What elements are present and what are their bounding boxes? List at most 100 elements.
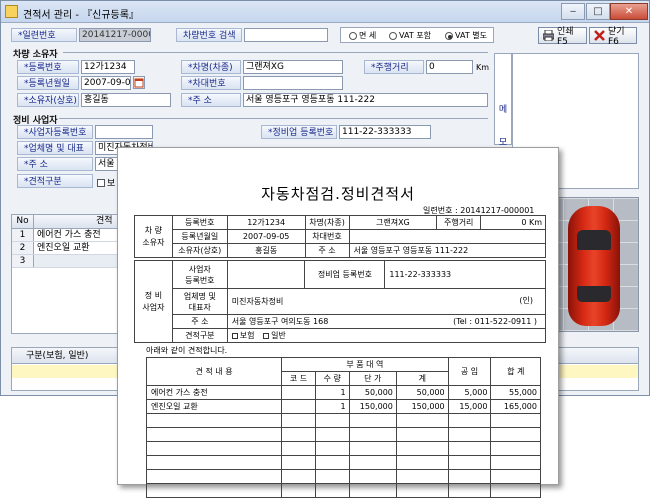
- maximize-button[interactable]: □: [586, 3, 610, 20]
- reg-date-input[interactable]: 2007-09-05: [81, 76, 131, 90]
- shopno-input[interactable]: 111-22-333333: [339, 125, 431, 139]
- bizno-label: *사업자등록번호: [17, 125, 93, 139]
- doc-type-general: 일반: [271, 331, 286, 340]
- table-row: 에어컨 가스 충전 1 50,000 50,000 5,000 55,000: [145, 385, 541, 400]
- estimate-no-field: 20141217-000001: [79, 28, 151, 42]
- doc-type-insurance: 보험: [239, 331, 255, 340]
- line-unit: 50,000: [348, 385, 397, 400]
- line-qty: 1: [314, 399, 350, 414]
- shop-group-label: 정 비 사업자: [134, 260, 173, 343]
- table-row: 엔진오일 교환 1 150,000 150,000 15,000 165,000: [145, 399, 541, 414]
- owner-section-title: 차량 소유자: [13, 50, 58, 60]
- col-unit-header: 단 가: [348, 371, 397, 386]
- tax-option-exempt[interactable]: 면 세: [349, 30, 376, 41]
- doc-shopno-label: 정비업 등록번호: [304, 260, 386, 289]
- owner-input[interactable]: 홍길동: [81, 93, 171, 107]
- print-preview-page: 자동차점검.정비견적서 일련번호 : 20141217-000001 차 량 소…: [117, 147, 559, 498]
- doc-addr-label: 주 소: [304, 243, 350, 258]
- tax-option-vat-separate[interactable]: VAT 별도: [445, 30, 487, 41]
- doc-vin-label: 차대번호: [304, 229, 350, 244]
- estimate-no-label: *일련번호: [11, 28, 77, 42]
- doc-shopname-label: 업체명 및 대표자: [171, 288, 228, 315]
- vin-label: *차대번호: [181, 76, 241, 90]
- plate-search-label: 차량번호 검색: [176, 28, 242, 42]
- close-window-button[interactable]: ✕: [610, 3, 648, 20]
- doc-shopname-value: 미진자동차정비: [231, 297, 284, 306]
- owner-info-table: 차 량 소유자 등록번호 12가1234 차명(차종) 그랜져XG 주행거리 0…: [134, 215, 547, 258]
- doc-plate-value: 12가1234: [226, 215, 306, 230]
- title-bar: 견적서 관리 - 『신규등록』 ‒ □ ✕: [1, 1, 649, 23]
- row-no: 2: [12, 242, 34, 254]
- line-labor: 5,000: [447, 385, 492, 400]
- plate-input[interactable]: 12가1234: [81, 60, 135, 74]
- window-title: 견적서 관리 - 『신규등록』: [23, 10, 139, 21]
- shop-address-label: *주 소: [17, 157, 93, 171]
- owner-address-input[interactable]: 서울 영등포구 영등포동 111-222: [243, 93, 488, 107]
- table-row: [145, 427, 541, 442]
- shopno-label: *정비업 등록번호: [261, 125, 337, 139]
- model-label: *차명(차종): [181, 60, 241, 74]
- row-name: 엔진오일 교환: [37, 243, 90, 253]
- doc-model-label: 차명(차종): [304, 215, 350, 230]
- table-row: [145, 441, 541, 456]
- reg-date-label: *등록년월일: [17, 76, 79, 90]
- col-name-header: 견적: [96, 216, 113, 226]
- mileage-input[interactable]: 0: [426, 60, 473, 74]
- shop-info-table: 정 비 사업자 사업자 등록번호 정비업 등록번호 111-22-333333 …: [134, 260, 547, 343]
- line-item: 엔진오일 교환: [145, 399, 283, 414]
- plate-label: *등록번호: [17, 60, 79, 74]
- tax-option-vat-included[interactable]: VAT 포함: [389, 30, 431, 41]
- bizno-input[interactable]: [95, 125, 153, 139]
- table-row: [145, 455, 541, 470]
- line-unit: 150,000: [348, 399, 397, 414]
- doc-bizno-value: [226, 260, 306, 289]
- document-title: 자동차점검.정비견적서: [261, 185, 415, 203]
- doc-plate-label: 등록번호: [171, 215, 228, 230]
- col-total-header: 합 계: [490, 357, 541, 386]
- close-x-icon: [594, 30, 605, 41]
- plate-search-input[interactable]: [244, 28, 328, 42]
- doc-owner-value: 홍길동: [226, 243, 306, 258]
- calendar-icon[interactable]: [133, 76, 145, 89]
- table-row: [145, 413, 541, 428]
- col-labor-header: 공 임: [447, 357, 492, 386]
- vin-input[interactable]: [243, 76, 343, 90]
- shop-section-divider: [59, 118, 488, 119]
- line-total: 165,000: [490, 399, 541, 414]
- doc-shopaddr-value: 서울 영등포구 여의도동 168: [231, 317, 329, 326]
- table-row: [145, 469, 541, 484]
- doc-mileage-value: 0 Km: [480, 215, 546, 230]
- memo-tab[interactable]: 메 모: [494, 53, 512, 148]
- print-button[interactable]: 인쇄 F5: [538, 27, 587, 47]
- doc-shopaddr-label: 주 소: [171, 314, 228, 329]
- car-top-view-image: [568, 206, 620, 326]
- app-icon: [5, 5, 18, 18]
- doc-reg-value: 2007-09-05: [226, 229, 306, 244]
- doc-type-options: 보험 일반: [226, 328, 547, 343]
- col-no-header: No: [12, 215, 34, 228]
- owner-address-label: *주 소: [181, 93, 241, 107]
- mileage-unit: Km: [476, 63, 490, 72]
- doc-tel: (Tel : 011-522-0911 ): [453, 317, 537, 326]
- close-button[interactable]: 닫기 F6: [589, 27, 637, 47]
- doc-vin-value: [348, 229, 547, 244]
- doc-note: 아래와 같이 견적합니다.: [146, 346, 228, 355]
- minimize-button[interactable]: ‒: [561, 3, 585, 20]
- model-input[interactable]: 그랜져XG: [243, 60, 343, 74]
- doc-seal: (인): [519, 296, 533, 305]
- doc-shopaddr-cell: 서울 영등포구 여의도동 168 (Tel : 011-522-0911 ): [226, 314, 547, 329]
- doc-type-label: 견적구분: [171, 328, 228, 343]
- estimate-type-insurance-checkbox[interactable]: 보: [97, 176, 115, 189]
- serial-value: 20141217-000001: [460, 206, 535, 215]
- printer-icon: [542, 29, 555, 42]
- serial-label: 일련번호 :: [423, 206, 458, 215]
- memo-label-1: 메: [498, 105, 508, 115]
- mileage-label: *주행거리: [364, 60, 424, 74]
- shop-name-label: *업체명 및 대표자: [17, 141, 93, 168]
- doc-owner-label: 소유자(상호): [171, 243, 228, 258]
- line-item: 에어컨 가스 충전: [145, 385, 283, 400]
- line-amount: 50,000: [395, 385, 449, 400]
- doc-model-value: 그랜져XG: [348, 215, 438, 230]
- doc-shopname-cell: 미진자동차정비 (인): [226, 288, 547, 315]
- owner-label: *소유자(상호): [17, 93, 79, 107]
